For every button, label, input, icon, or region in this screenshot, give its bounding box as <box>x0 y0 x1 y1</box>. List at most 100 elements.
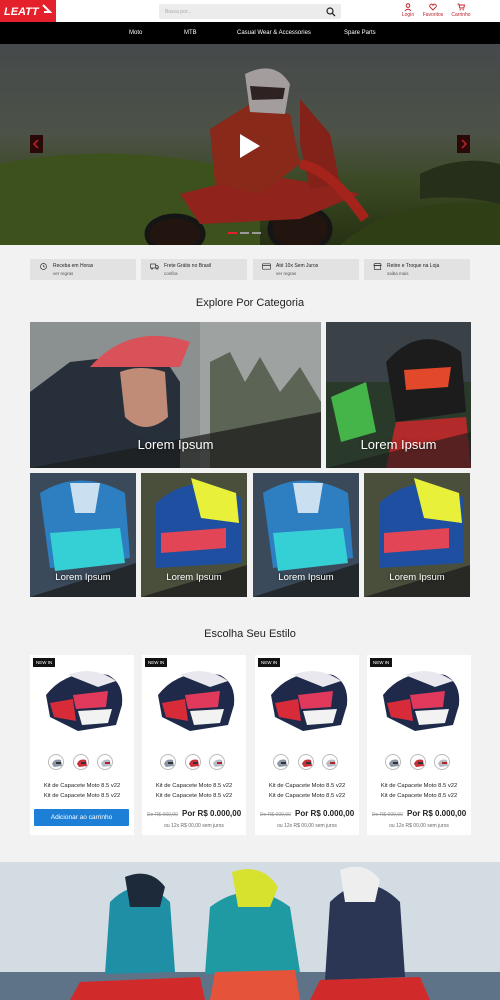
cart-label: Carrinho <box>451 12 471 18</box>
color-swatch-1[interactable] <box>160 754 176 770</box>
product-name[interactable]: Kit de Capacete Moto 8.5 v22 <box>30 783 134 789</box>
chevron-left-icon <box>32 139 39 149</box>
benefit-title: Retire e Troque na Loja <box>387 263 440 269</box>
color-swatch-1[interactable] <box>273 754 289 770</box>
clock-icon <box>40 263 47 270</box>
benefit-title: Frete Grátis no Brasil <box>164 263 212 269</box>
product-old-price: De R$ 000,00 <box>260 812 291 818</box>
store-icon <box>373 263 382 270</box>
leatt-logo-icon: LEATT <box>0 0 56 22</box>
truck-icon <box>150 263 159 270</box>
color-swatch-2[interactable] <box>73 754 89 770</box>
categories-title: Explore Por Categoria <box>195 297 305 309</box>
category-label: Lorem Ipsum <box>55 572 111 583</box>
hero-banner[interactable] <box>0 44 500 245</box>
cart-button[interactable]: Carrinho <box>447 3 475 21</box>
hero-pagination <box>228 232 264 235</box>
nav-item-mtb[interactable]: MTB <box>184 22 197 44</box>
color-swatch-1[interactable] <box>48 754 64 770</box>
benefit-installments[interactable]: Até 10x Sem Juros ver regras <box>253 259 359 280</box>
product-name[interactable]: Kit de Capacete Moto 8.5 v22 <box>255 783 359 789</box>
product-installments: ou 12x R$ 00,00 sem juros <box>389 823 449 829</box>
hero-prev-button[interactable] <box>30 135 43 153</box>
color-swatch-3[interactable] <box>322 754 338 770</box>
color-swatch-3[interactable] <box>97 754 113 770</box>
product-card-1[interactable]: NEW IN Kit de Capacete Moto 8.5 v22 Kit … <box>30 655 134 835</box>
product-price: Por R$ 0.000,00 <box>407 809 467 818</box>
category-card-4[interactable]: Lorem Ipsum <box>141 473 247 597</box>
color-swatch-2[interactable] <box>298 754 314 770</box>
product-card-4[interactable]: NEW IN Kit de Capacete Moto 8.5 v22 Kit … <box>367 655 471 835</box>
category-card-2[interactable]: Lorem Ipsum <box>326 322 471 468</box>
benefit-free-shipping[interactable]: Frete Grátis no Brasil confira <box>141 259 247 280</box>
product-installments: ou 12x R$ 00,00 sem juros <box>277 823 337 829</box>
benefit-title: Até 10x Sem Juros <box>276 263 319 269</box>
helmet-product-image <box>158 671 235 731</box>
heart-icon <box>429 3 437 11</box>
category-label: Lorem Ipsum <box>137 437 214 452</box>
search-bar <box>159 4 341 19</box>
hero-dot-1[interactable] <box>228 232 237 234</box>
chevron-right-icon <box>461 139 468 149</box>
helmet-product-image <box>383 671 460 731</box>
login-button[interactable]: Login <box>394 3 422 21</box>
product-name-secondary: Kit de Capacete Moto 8.5 v22 <box>380 793 458 799</box>
product-old-price: De R$ 000,00 <box>372 812 403 818</box>
benefit-link[interactable]: saiba mais <box>387 271 409 276</box>
nav-item-casual-wear[interactable]: Casual Wear & Accessories <box>237 22 311 44</box>
product-installments: ou 12x R$ 00,00 sem juros <box>164 823 224 829</box>
favorites-button[interactable]: Favoritos <box>419 3 447 21</box>
category-card-5[interactable]: Lorem Ipsum <box>253 473 359 597</box>
color-swatch-1[interactable] <box>385 754 401 770</box>
product-old-price: De R$ 000,00 <box>147 812 178 818</box>
nav-item-spare-parts[interactable]: Spare Parts <box>344 22 376 44</box>
benefit-title: Receba em Horas <box>53 263 94 269</box>
color-swatch-3[interactable] <box>209 754 225 770</box>
color-swatch-2[interactable] <box>410 754 426 770</box>
benefit-link[interactable]: ver regras <box>276 271 296 276</box>
helmet-product-image <box>46 671 123 731</box>
product-name[interactable]: Kit de Capacete Moto 8.5 v22 <box>142 783 246 789</box>
login-label: Login <box>401 12 415 18</box>
search-input[interactable] <box>159 4 319 19</box>
category-card-6[interactable]: Lorem Ipsum <box>364 473 470 597</box>
product-price: Por R$ 0.000,00 <box>182 809 242 818</box>
products-title: Escolha Seu Estilo <box>204 628 296 640</box>
user-icon <box>404 3 412 11</box>
product-name-secondary: Kit de Capacete Moto 8.5 v22 <box>268 793 346 799</box>
riders-banner[interactable] <box>0 862 500 1000</box>
card-icon <box>262 263 271 270</box>
product-price: Por R$ 0.000,00 <box>295 809 355 818</box>
site-header: LEATT Login Favoritos Carrinho <box>0 0 500 22</box>
helmet-product-image <box>271 671 348 731</box>
product-name-secondary: Kit de Capacete Moto 8.5 v22 <box>43 793 121 799</box>
benefit-delivery[interactable]: Receba em Horas ver regras <box>30 259 136 280</box>
product-name[interactable]: Kit de Capacete Moto 8.5 v22 <box>367 783 471 789</box>
benefit-link[interactable]: confira <box>164 271 178 276</box>
hero-dot-2[interactable] <box>240 232 249 234</box>
benefit-link[interactable]: ver regras <box>53 271 73 276</box>
cart-icon <box>457 3 465 11</box>
search-icon[interactable] <box>326 7 336 17</box>
nav-item-moto[interactable]: Moto <box>129 22 142 44</box>
brand-logo[interactable]: LEATT <box>0 0 56 22</box>
color-swatch-2[interactable] <box>185 754 201 770</box>
add-to-cart-button[interactable]: Adicionar ao carrinho <box>34 809 129 826</box>
category-label: Lorem Ipsum <box>360 437 437 452</box>
product-name-secondary: Kit de Capacete Moto 8.5 v22 <box>155 793 233 799</box>
category-card-3[interactable]: Lorem Ipsum <box>30 473 136 597</box>
category-label: Lorem Ipsum <box>278 572 334 583</box>
play-icon[interactable] <box>239 133 261 159</box>
color-swatch-3[interactable] <box>434 754 450 770</box>
hero-dot-3[interactable] <box>252 232 261 234</box>
benefit-store-pickup[interactable]: Retire e Troque na Loja saiba mais <box>364 259 470 280</box>
product-card-2[interactable]: NEW IN Kit de Capacete Moto 8.5 v22 Kit … <box>142 655 246 835</box>
logo-text: LEATT <box>4 6 40 18</box>
category-card-1[interactable]: Lorem Ipsum <box>30 322 321 468</box>
riders-group-image <box>0 862 500 1000</box>
favorites-label: Favoritos <box>422 12 444 18</box>
main-navigation: Moto MTB Casual Wear & Accessories Spare… <box>0 22 500 44</box>
hero-next-button[interactable] <box>457 135 470 153</box>
product-card-3[interactable]: NEW IN Kit de Capacete Moto 8.5 v22 Kit … <box>255 655 359 835</box>
category-label: Lorem Ipsum <box>389 572 445 583</box>
